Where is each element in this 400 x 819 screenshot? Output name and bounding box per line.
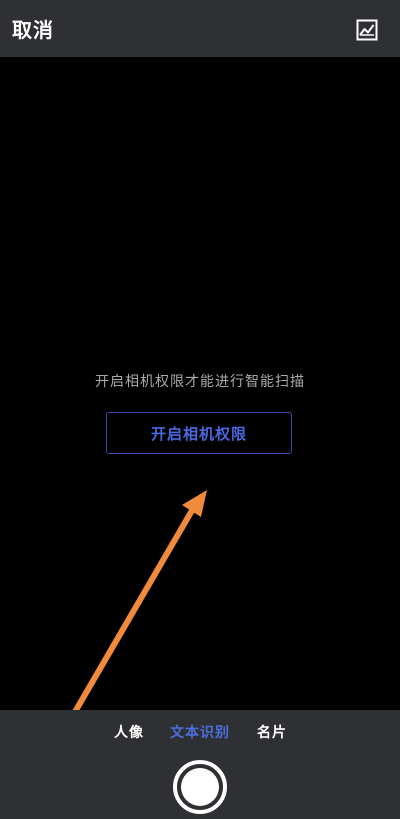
mode-text-recognition[interactable]: 文本识别 <box>170 722 230 742</box>
mode-portrait[interactable]: 人像 <box>114 722 144 742</box>
gallery-icon[interactable] <box>356 19 378 41</box>
bottom-bar: 人像 文本识别 名片 <box>0 710 400 819</box>
cancel-button[interactable]: 取消 <box>12 14 54 43</box>
top-bar: 取消 <box>0 0 400 57</box>
camera-screen: 取消 开启相机权限才能进行智能扫描 开启相机权限 人像 文本识别 名片 <box>0 0 400 819</box>
annotation-arrow-icon <box>69 490 207 720</box>
shutter-button[interactable] <box>173 760 227 814</box>
mode-selector: 人像 文本识别 名片 <box>0 722 400 742</box>
shutter-inner-circle <box>181 768 219 806</box>
enable-camera-permission-button[interactable]: 开启相机权限 <box>106 412 292 454</box>
permission-prompt: 开启相机权限才能进行智能扫描 <box>95 374 305 390</box>
mode-business-card[interactable]: 名片 <box>257 722 287 742</box>
